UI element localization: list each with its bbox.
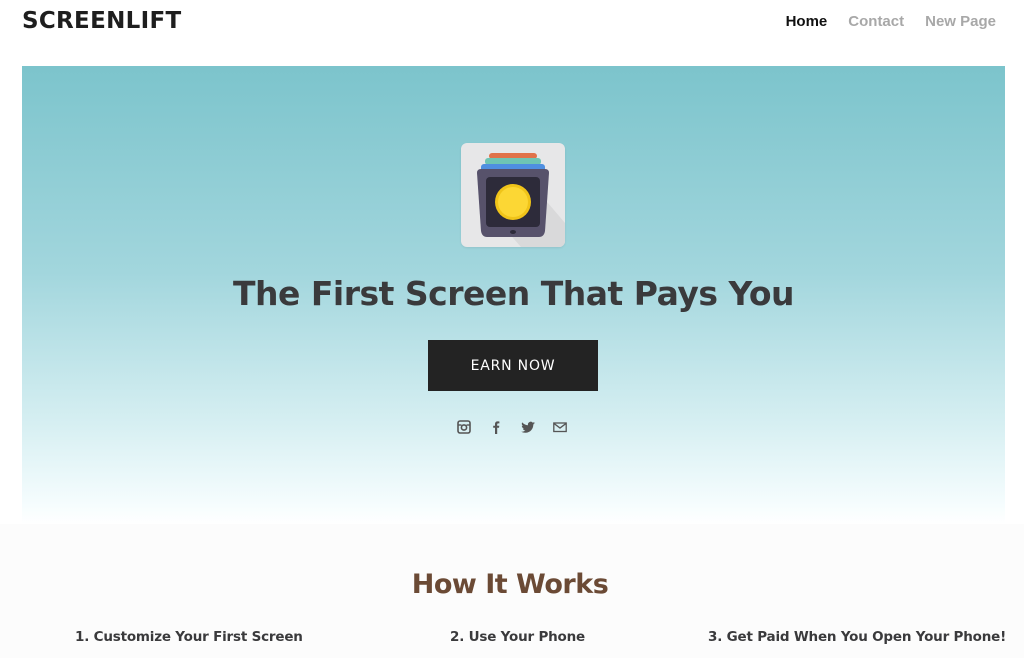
how-it-works-section: How It Works 1. Customize Your First Scr… [0, 524, 1024, 658]
hero-section: The First Screen That Pays You EARN NOW [22, 66, 1005, 524]
step-2: 2. Use Your Phone [450, 629, 586, 645]
facebook-icon[interactable] [488, 419, 504, 435]
site-header: SCREENLIFT Home Contact New Page [0, 0, 1024, 66]
twitter-icon[interactable] [520, 419, 536, 435]
screenlift-app-icon [477, 153, 565, 247]
app-icon [461, 143, 565, 247]
nav-home[interactable]: Home [786, 13, 828, 30]
instagram-icon[interactable] [456, 419, 472, 435]
email-icon[interactable] [552, 419, 568, 435]
hero-headline: The First Screen That Pays You [232, 274, 795, 313]
site-logo[interactable]: SCREENLIFT [22, 8, 181, 34]
how-it-works-title: How It Works [411, 569, 609, 600]
step-3: 3. Get Paid When You Open Your Phone! [708, 629, 1007, 645]
nav-new-page[interactable]: New Page [925, 13, 996, 30]
nav-contact[interactable]: Contact [848, 13, 904, 30]
social-links [456, 419, 568, 435]
main-nav: Home Contact New Page [786, 13, 996, 30]
step-1: 1. Customize Your First Screen [75, 629, 303, 645]
earn-now-button[interactable]: EARN NOW [428, 340, 598, 391]
